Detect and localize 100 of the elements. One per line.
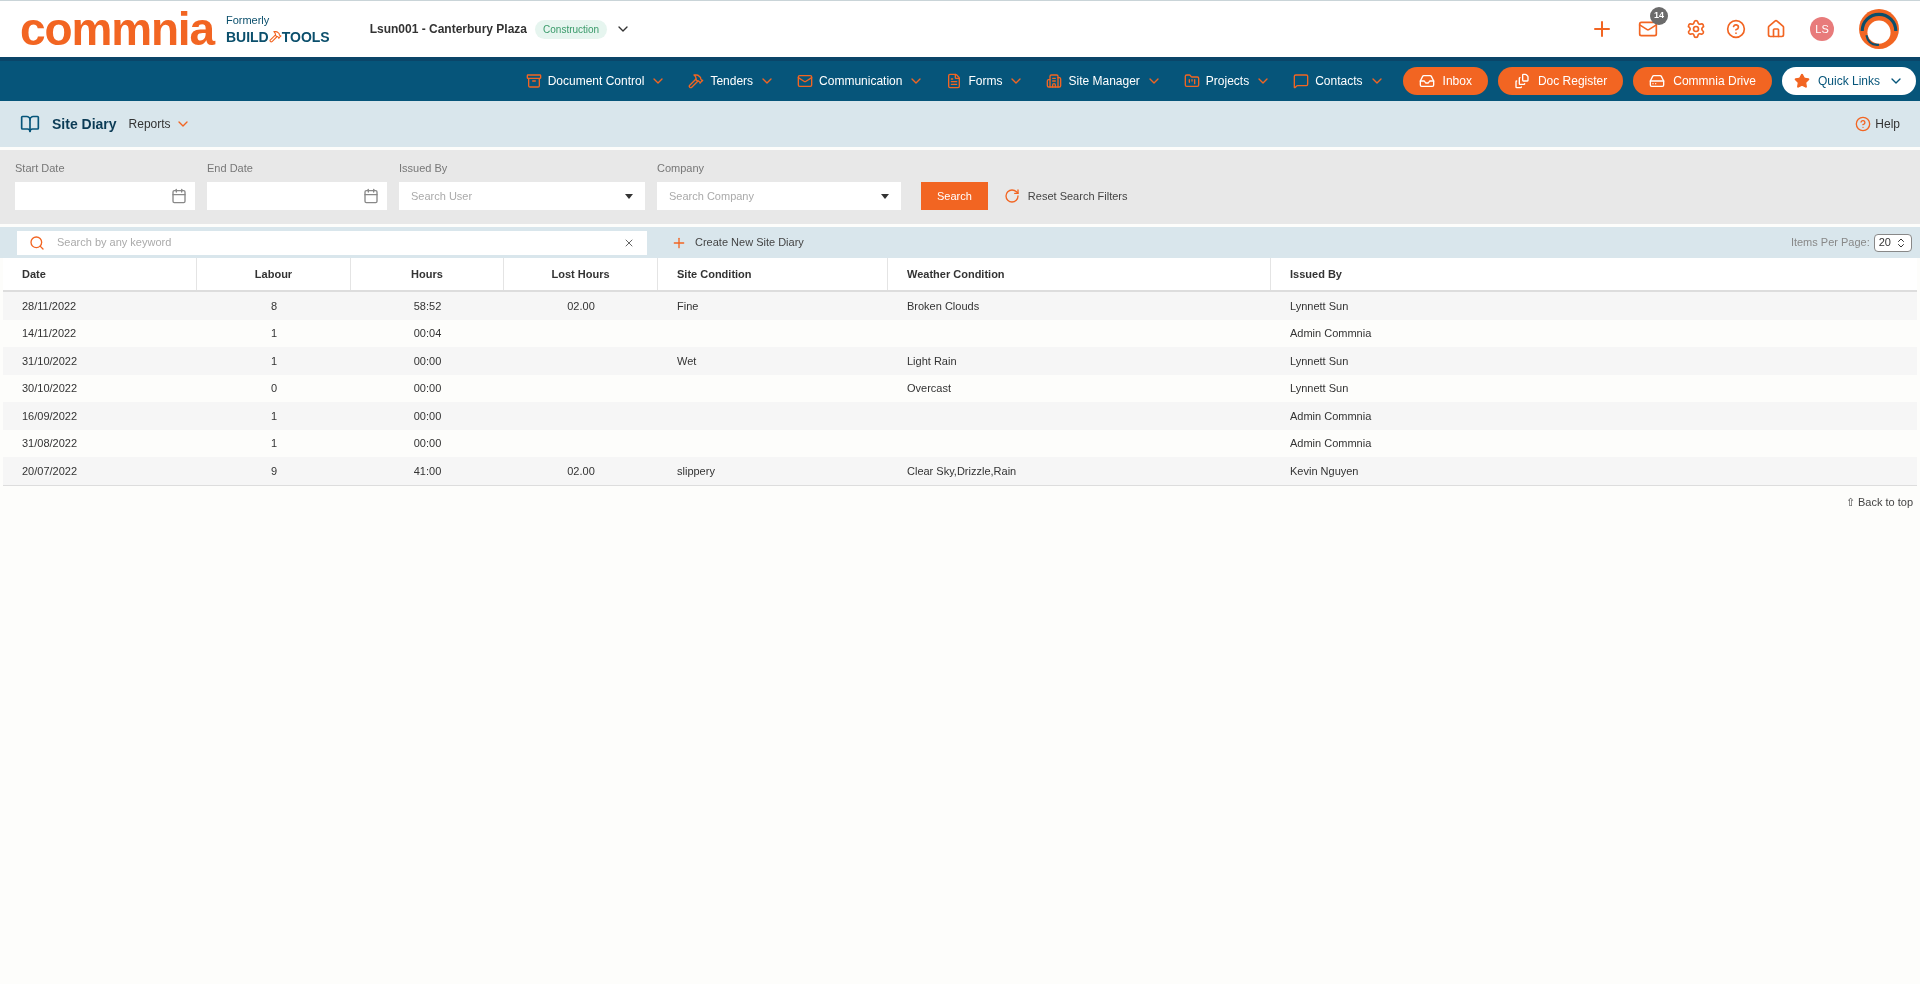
table-cell-text: Light Rain [907,353,957,369]
table-cell-text: 31/08/2022 [22,436,78,451]
table-cell-text: 16/09/2022 [22,408,78,424]
book-icon [20,114,40,134]
project-name[interactable]: Lsun001 - Canterbury Plaza [369,20,528,38]
table-cell-text: slippery [677,463,715,479]
create-site-diary-button[interactable]: Create New Site Diary [671,234,804,251]
search-icon [29,234,45,251]
nav-item-icon [525,73,542,89]
help-link[interactable]: Help [1855,115,1900,133]
nav-menu-item[interactable]: Projects [1175,72,1280,90]
table-cell-text: 1 [270,326,278,341]
logo-wordmark: commnia [20,6,214,52]
table-cell-text: Overcast [907,381,951,396]
table-cell-text: 8 [270,298,278,314]
calendar-icon [171,188,187,204]
calendar-icon [363,188,379,204]
table-cell-text: 58:52 [413,298,442,314]
items-per-page-label: Items Per Page: [1790,235,1870,251]
table-row[interactable]: 16/09/2022 1 00:00 Admin Commnia [3,402,1917,430]
filter-label: Start Date [15,160,66,176]
date-field[interactable] [15,182,195,210]
brand-left: BUILD [225,29,269,44]
help-icon [1855,116,1872,132]
table-cell-text: Clear Sky,Drizzle,Rain [907,463,1017,479]
table-cell-text: 30/10/2022 [22,381,78,396]
table-cell-text: Admin Commnia [1290,436,1372,451]
quick-links-button[interactable]: Quick Links [1781,67,1916,95]
home-icon[interactable] [1766,19,1786,39]
column-header[interactable]: Issued By [1271,258,1917,290]
nav-button-icon [1649,73,1666,89]
table-cell-text: Lynnett Sun [1290,381,1349,396]
nav-button-icon [1513,73,1530,89]
dropdown-arrow-icon [625,193,633,199]
table-cell-text: Wet [677,353,697,369]
column-header[interactable]: Lost Hours [504,258,658,290]
table-cell-text: 00:00 [413,381,442,396]
table-cell-text: Fine [677,298,699,314]
column-header[interactable]: Date [3,258,197,290]
nav-button-icon [1418,73,1435,89]
table-cell-text: 31/10/2022 [22,353,78,369]
table-cell-text: 9 [270,463,278,479]
nav-item-icon [1183,73,1200,89]
table-cell-text: 00:04 [413,326,442,341]
items-per-page-field[interactable]: 20 [1873,233,1912,252]
table-cell-text: 00:00 [413,408,442,424]
reports-menu[interactable]: Reports [128,115,191,133]
table-cell-text: 1 [270,353,278,369]
table-cell-text: 28/11/2022 [22,298,77,314]
column-header[interactable]: Hours [351,258,504,290]
date-field[interactable] [207,182,387,210]
table-cell-text: 02.00 [567,298,595,314]
filter-label: End Date [207,160,254,176]
table-cell-text: 02.00 [567,463,595,479]
table-cell-text: 00:00 [413,353,442,369]
reset-filters-button[interactable]: Reset Search Filters [1003,182,1128,210]
nav-menu-item[interactable]: Site Manager [1038,72,1170,90]
filter-label: Issued By [399,160,449,176]
star-icon [1793,73,1810,89]
table-cell-text: 20/07/2022 [22,463,78,479]
project-tag: Construction [535,19,608,39]
table-cell-text: 00:00 [413,436,442,451]
settings-icon[interactable] [1686,19,1706,39]
table-cell-text: 0 [270,381,278,396]
table-cell-text: 14/11/2022 [22,326,77,341]
table-cell-text: Admin Commnia [1290,408,1372,424]
page-title: Site Diary [52,114,117,134]
table-cell-text: Lynnett Sun [1290,298,1349,314]
table-cell-text: Admin Commnia [1290,326,1372,341]
table-row[interactable]: 31/10/2022 1 00:00 Wet Light Rain Lynnett Sun [3,347,1917,375]
nav-menu-item[interactable]: Tenders [680,72,784,90]
table-cell-text: Lynnett Sun [1290,353,1349,369]
table-cell-text: 41:00 [413,463,442,479]
column-header[interactable]: Site Condition [658,258,888,290]
table-cell-text: Broken Clouds [907,298,980,314]
nav-menu-item[interactable]: Communication [789,72,933,90]
nav-item-icon [946,73,963,89]
back-to-top-link[interactable]: ⇧ Back to top [1845,493,1913,510]
column-header[interactable]: Weather Condition [888,258,1271,290]
table-cell-text: 1 [270,436,278,451]
nav-item-icon [1046,73,1063,89]
spinner-icon [1895,236,1907,249]
table-row[interactable]: 20/07/2022 9 41:00 02.00 slippery Clear Sky,Drizzle,Rain Kevin Nguyen [3,457,1917,485]
nav-menu-item[interactable]: Document Control [517,72,675,90]
table-cell-text: Kevin Nguyen [1290,463,1359,479]
formerly-label: Formerly [225,14,271,26]
nav-item-icon [688,73,705,89]
filter-label: Company [657,160,706,176]
table-cell-text: 1 [270,408,278,424]
help-icon[interactable] [1726,19,1746,39]
mail-icon[interactable] [1638,19,1658,39]
nav-menu-item[interactable]: Forms [938,72,1033,90]
hammer-icon [268,30,282,43]
reset-icon [1003,188,1020,204]
nav-menu-item[interactable]: Contacts [1285,72,1393,90]
nav-item-icon [1293,73,1310,89]
nav-item-icon [797,73,814,89]
table-row[interactable]: 28/11/2022 8 58:52 02.00 Fine Broken Clouds Lynnett Sun [3,292,1917,320]
mail-count-badge: 14 [1650,7,1668,25]
column-header[interactable]: Labour [197,258,351,290]
